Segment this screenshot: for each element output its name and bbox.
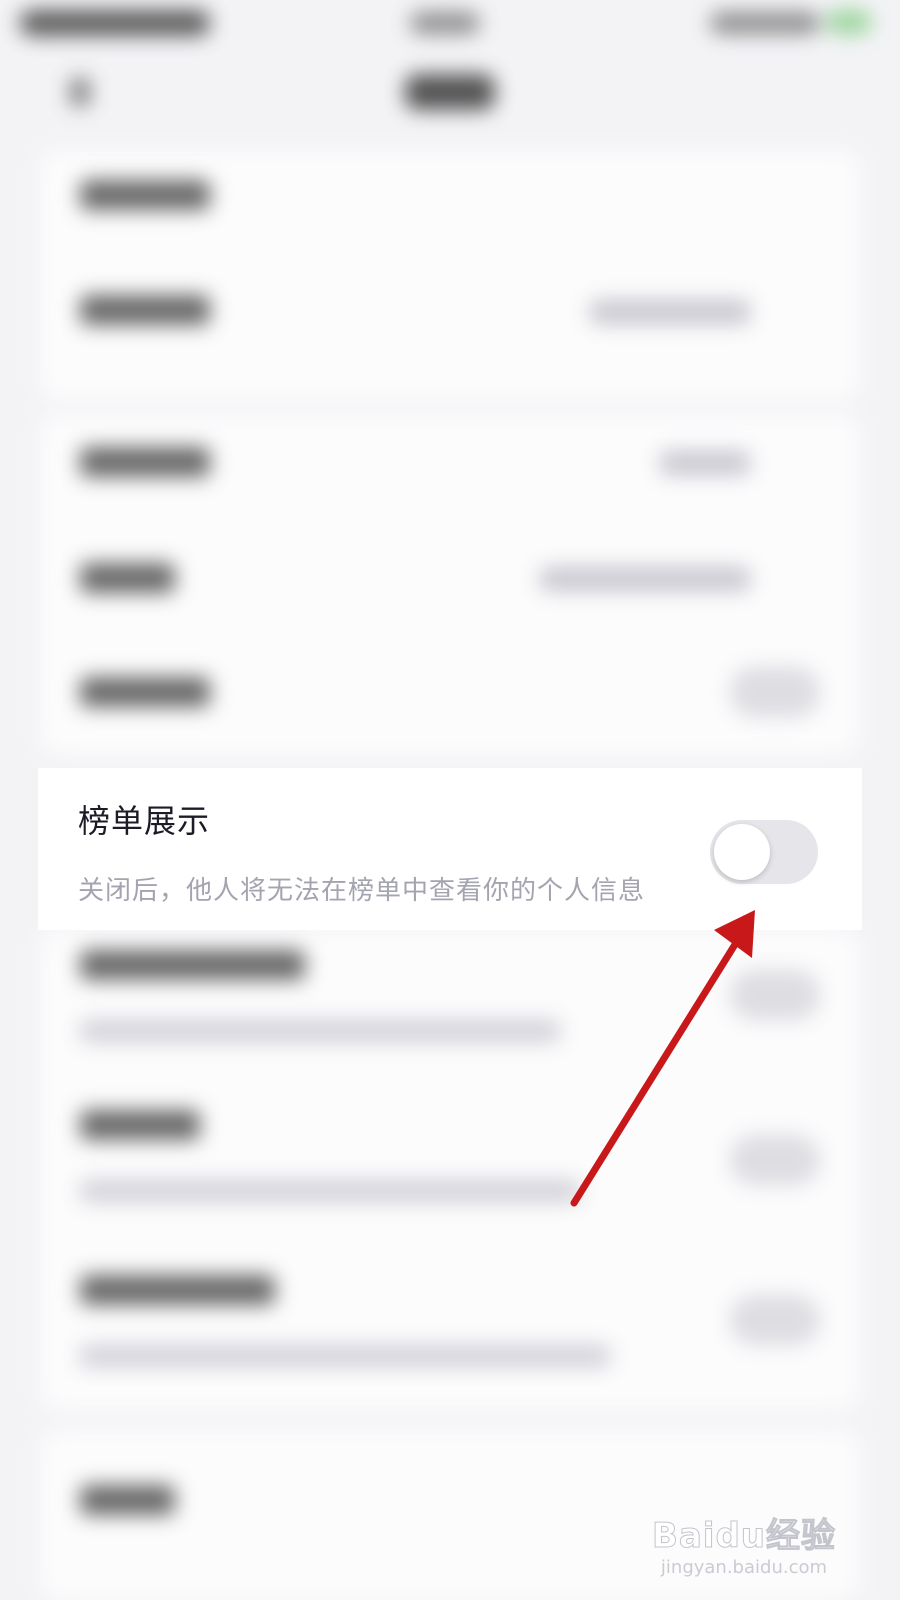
settings-card-1 [40, 150, 860, 400]
list-item[interactable] [80, 1110, 200, 1140]
list-item[interactable] [80, 677, 210, 707]
settings-screen: 榜单展示 关闭后，他人将无法在榜单中查看你的个人信息 Baidu经验 jingy… [0, 0, 900, 1600]
back-icon[interactable] [70, 78, 90, 106]
toggle-knob [714, 824, 770, 880]
list-item[interactable] [80, 950, 305, 980]
setting-title: 榜单展示 [78, 802, 211, 840]
toggle-switch[interactable] [730, 667, 820, 717]
baidu-watermark: Baidu经验 jingyan.baidu.com [651, 1508, 836, 1579]
watermark-url: jingyan.baidu.com [660, 1557, 828, 1578]
list-item[interactable] [80, 1275, 275, 1305]
battery-icon [826, 10, 872, 34]
list-item[interactable] [80, 1485, 175, 1515]
setting-description: 关闭后，他人将无法在榜单中查看你的个人信息 [78, 876, 646, 906]
page-title [405, 74, 495, 110]
leaderboard-display-toggle[interactable] [710, 820, 818, 884]
list-item-description [80, 1020, 560, 1042]
list-item[interactable] [80, 295, 210, 325]
leaderboard-display-row: 榜单展示 关闭后，他人将无法在榜单中查看你的个人信息 [38, 768, 862, 930]
watermark-logo: Baidu经验 [651, 1516, 836, 1557]
toggle-switch[interactable] [730, 1135, 820, 1185]
list-item[interactable] [80, 563, 175, 593]
settings-card-2 [40, 415, 860, 755]
list-item[interactable] [80, 180, 210, 210]
status-icons-block [710, 12, 820, 34]
status-notch-block [410, 12, 480, 34]
list-item-value [590, 300, 750, 324]
settings-card-3 [40, 930, 860, 1410]
toggle-switch[interactable] [730, 1295, 820, 1345]
list-item-description [80, 1180, 580, 1202]
list-item-value [540, 567, 750, 591]
list-item-description [80, 1345, 610, 1367]
list-item-value [660, 451, 750, 475]
toggle-switch[interactable] [730, 970, 820, 1020]
list-item[interactable] [80, 447, 210, 477]
status-time-block [20, 10, 210, 36]
